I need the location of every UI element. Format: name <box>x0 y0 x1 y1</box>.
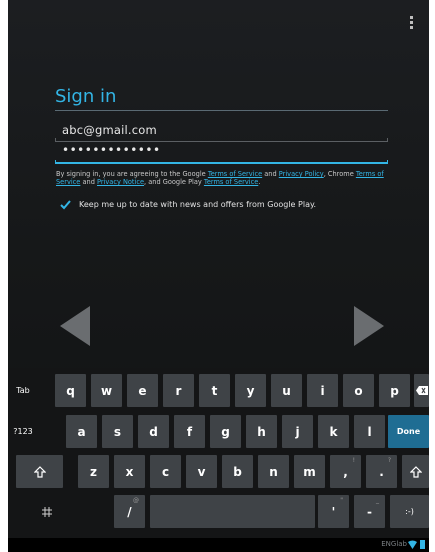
device-frame: Sign in abc@gmail.com ••••••••••••• By s… <box>0 0 435 552</box>
tab-key[interactable]: Tab <box>8 374 38 407</box>
checkbox-checked-icon[interactable] <box>60 199 71 210</box>
wifi-icon <box>408 540 417 549</box>
title-divider <box>55 110 388 111</box>
key-b[interactable]: b <box>222 455 253 488</box>
key-s[interactable]: s <box>102 415 133 448</box>
key-g[interactable]: g <box>210 415 241 448</box>
screen: Sign in abc@gmail.com ••••••••••••• By s… <box>8 0 429 552</box>
apostrophe-label: ' <box>331 504 336 519</box>
key-m[interactable]: m <box>294 455 325 488</box>
newsletter-option[interactable]: Keep me up to date with news and offers … <box>60 197 316 211</box>
key-k[interactable]: k <box>318 415 349 448</box>
status-bar: ENGlab <box>8 538 429 552</box>
key-l[interactable]: l <box>354 415 385 448</box>
key-u[interactable]: u <box>271 374 302 407</box>
key-d[interactable]: d <box>138 415 169 448</box>
comma-label: , <box>343 464 348 479</box>
newsletter-label: Keep me up to date with news and offers … <box>79 199 317 209</box>
key-p[interactable]: p <box>379 374 410 407</box>
key-z[interactable]: z <box>78 455 109 488</box>
apostrophe-key[interactable]: " ' <box>318 495 349 528</box>
key-w[interactable]: w <box>91 374 122 407</box>
settings-icon <box>42 506 52 517</box>
shift-icon <box>409 465 422 478</box>
privacy-notice-link[interactable]: Privacy Notice <box>97 178 144 186</box>
key-o[interactable]: o <box>343 374 374 407</box>
page-title: Sign in <box>55 86 117 107</box>
key-i[interactable]: i <box>307 374 338 407</box>
password-value: ••••••••••••• <box>62 143 161 157</box>
legal-part: . <box>258 178 261 187</box>
slash-key[interactable]: @ / <box>114 495 145 528</box>
legal-text: By signing in, you are agreeing to the G… <box>56 170 394 187</box>
legal-part: and <box>80 178 97 187</box>
privacy-policy-link[interactable]: Privacy Policy <box>279 170 324 178</box>
done-key[interactable]: Done <box>388 415 429 448</box>
period-key[interactable]: ? . <box>366 455 397 488</box>
key-v[interactable]: v <box>186 455 217 488</box>
dash-key[interactable]: _ - <box>354 495 385 528</box>
settings-key[interactable] <box>32 495 62 528</box>
key-e[interactable]: e <box>127 374 158 407</box>
period-hint: ? <box>387 457 391 464</box>
field-underline <box>55 162 388 164</box>
apostrophe-hint: " <box>340 497 343 504</box>
backspace-key[interactable] <box>414 374 429 407</box>
overflow-menu-icon[interactable] <box>409 16 415 32</box>
comma-key[interactable]: ! , <box>330 455 361 488</box>
dash-hint: _ <box>376 497 379 504</box>
key-q[interactable]: q <box>55 374 86 407</box>
battery-icon <box>420 540 425 549</box>
shift-key-left[interactable] <box>16 455 63 488</box>
key-t[interactable]: t <box>199 374 230 407</box>
key-a[interactable]: a <box>66 415 97 448</box>
comma-hint: ! <box>352 457 355 464</box>
period-label: . <box>379 464 384 479</box>
key-r[interactable]: r <box>163 374 194 407</box>
legal-part: , Chrome <box>323 170 356 178</box>
backspace-icon <box>415 386 428 395</box>
smiley-key[interactable]: :-) <box>390 495 429 528</box>
key-n[interactable]: n <box>258 455 289 488</box>
key-h[interactable]: h <box>246 415 277 448</box>
play-terms-link[interactable]: Terms of Service <box>204 178 258 186</box>
key-f[interactable]: f <box>174 415 205 448</box>
space-key[interactable] <box>150 495 315 528</box>
email-value: abc@gmail.com <box>62 123 157 137</box>
dash-label: - <box>367 504 372 519</box>
network-name: ENGlab <box>381 540 407 548</box>
slash-label: / <box>127 504 132 519</box>
next-arrow-icon[interactable] <box>354 306 384 346</box>
key-j[interactable]: j <box>282 415 313 448</box>
legal-part: , and Google Play <box>144 178 204 187</box>
shift-icon <box>33 465 46 478</box>
terms-of-service-link[interactable]: Terms of Service <box>208 170 262 178</box>
key-x[interactable]: x <box>114 455 145 488</box>
shift-key-right[interactable] <box>402 455 429 488</box>
key-y[interactable]: y <box>235 374 266 407</box>
slash-hint: @ <box>133 497 139 504</box>
email-field[interactable]: abc@gmail.com <box>55 120 388 142</box>
legal-part: By signing in, you are agreeing to the G… <box>56 170 208 178</box>
password-field[interactable]: ••••••••••••• <box>55 142 388 164</box>
numbers-key[interactable]: ?123 <box>8 415 38 448</box>
key-c[interactable]: c <box>150 455 181 488</box>
legal-part: and <box>262 170 279 178</box>
back-arrow-icon[interactable] <box>60 306 90 346</box>
on-screen-keyboard: Tab q w e r t y u i o p ?123 a s d f g h… <box>8 368 429 538</box>
